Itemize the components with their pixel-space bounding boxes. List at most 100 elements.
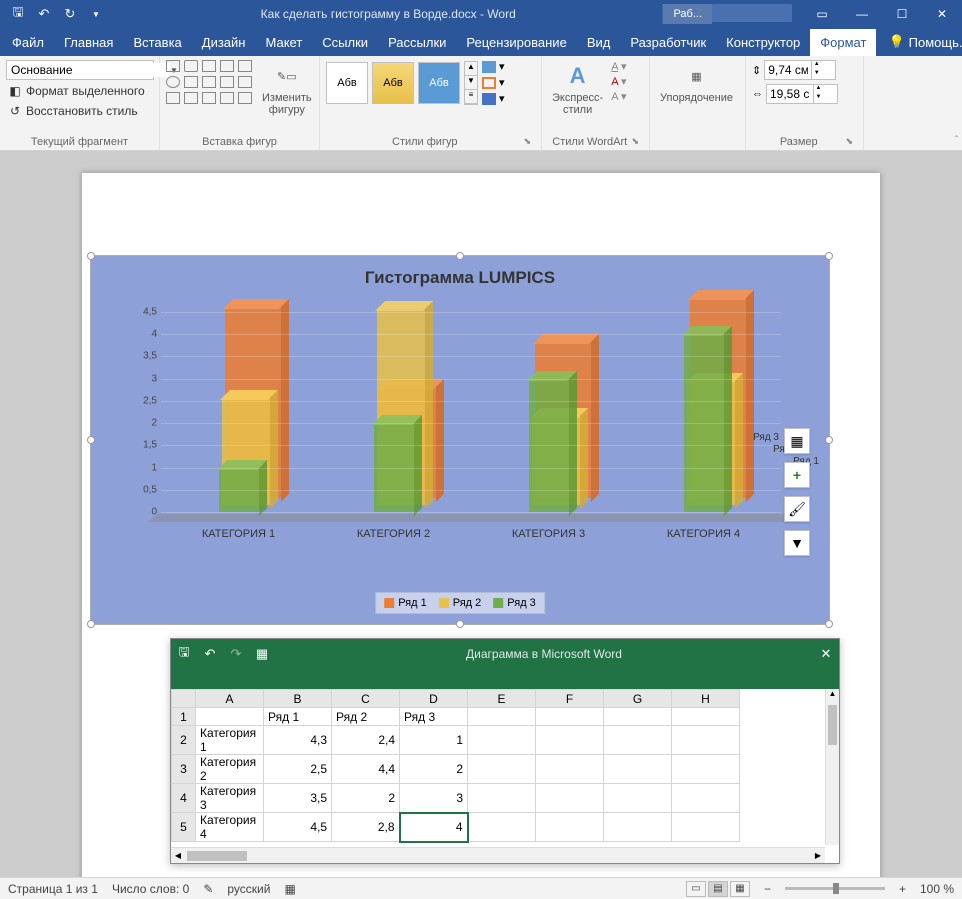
format-selection-button[interactable]: ◧ Формат выделенного	[6, 82, 153, 100]
cell[interactable]	[536, 813, 604, 842]
cell[interactable]	[604, 813, 672, 842]
macro-icon[interactable]: ▦	[284, 882, 295, 896]
cell[interactable]: Категория 4	[196, 813, 264, 842]
text-fill-button[interactable]: A ▾	[611, 60, 626, 73]
qat-customize[interactable]: ▼	[84, 2, 108, 26]
spin-up-icon[interactable]: ▲	[811, 61, 821, 70]
shape-outline-button[interactable]: ▾	[482, 76, 505, 89]
cell[interactable]: 4,5	[264, 813, 332, 842]
web-layout-button[interactable]: ▦	[730, 881, 750, 897]
cell[interactable]: Ряд 1	[264, 708, 332, 726]
page-indicator[interactable]: Страница 1 из 1	[8, 882, 98, 896]
tab-рассылки[interactable]: Рассылки	[378, 29, 456, 56]
text-effects-button[interactable]: A ▾	[611, 90, 626, 103]
change-shape-button[interactable]: ✎▭ Изменить фигуру	[258, 60, 316, 118]
legend-item[interactable]: Ряд 3	[493, 597, 536, 609]
tab-главная[interactable]: Главная	[54, 29, 123, 56]
row-header[interactable]: 5	[172, 813, 196, 842]
tell-me-button[interactable]: 💡Помощь...	[876, 34, 962, 50]
cell[interactable]	[672, 755, 740, 784]
shape-style-3[interactable]: Абв	[418, 62, 460, 104]
cell[interactable]: 2,8	[332, 813, 400, 842]
cell[interactable]	[672, 708, 740, 726]
legend-item[interactable]: Ряд 1	[384, 597, 427, 609]
language-indicator[interactable]: русский	[227, 882, 270, 896]
layout-options-button[interactable]: ▦	[784, 428, 810, 454]
cell[interactable]	[604, 755, 672, 784]
chart-object[interactable]: Гистограмма LUMPICS 00,511,522,533,544,5…	[90, 255, 830, 625]
cell[interactable]: 2,5	[264, 755, 332, 784]
cell[interactable]	[672, 813, 740, 842]
col-header[interactable]: D	[400, 690, 468, 708]
cell[interactable]: Категория 3	[196, 784, 264, 813]
tab-ссылки[interactable]: Ссылки	[312, 29, 378, 56]
shape-fill-button[interactable]: ▾	[482, 60, 505, 73]
cell[interactable]	[536, 726, 604, 755]
minimize-button[interactable]: —	[842, 0, 882, 28]
tab-формат[interactable]: Формат	[810, 29, 876, 56]
x-axis[interactable]: КАТЕГОРИЯ 1КАТЕГОРИЯ 2КАТЕГОРИЯ 3КАТЕГОР…	[161, 528, 781, 540]
shape-style-1[interactable]: Абв	[326, 62, 368, 104]
cell[interactable]: 4,4	[332, 755, 400, 784]
cell[interactable]	[536, 784, 604, 813]
close-button[interactable]: ✕	[922, 0, 962, 28]
plot-area[interactable]	[161, 312, 781, 512]
text-outline-button[interactable]: A ▾	[611, 75, 626, 88]
cell[interactable]	[468, 784, 536, 813]
shapes-gallery[interactable]	[166, 60, 254, 106]
chart-elements-button[interactable]: +	[784, 462, 810, 488]
wordart-express-styles-button[interactable]: A Экспресс- стили	[548, 60, 607, 118]
zoom-in-button[interactable]: +	[899, 882, 906, 896]
col-header[interactable]: A	[196, 690, 264, 708]
height-field[interactable]: ▲▼	[764, 60, 836, 80]
col-header[interactable]: C	[332, 690, 400, 708]
word-count[interactable]: Число слов: 0	[112, 882, 189, 896]
page[interactable]: Гистограмма LUMPICS 00,511,522,533,544,5…	[82, 173, 880, 877]
cell[interactable]	[196, 708, 264, 726]
col-header[interactable]: E	[468, 690, 536, 708]
cell[interactable]: 3	[400, 784, 468, 813]
cell[interactable]	[468, 755, 536, 784]
cell[interactable]	[604, 784, 672, 813]
excel-grid[interactable]: ABCDEFGH1Ряд 1Ряд 2Ряд 32Категория 14,32…	[171, 689, 740, 843]
account-area[interactable]	[712, 4, 792, 22]
spin-up-icon[interactable]: ▲	[813, 85, 823, 94]
cell[interactable]: 4	[400, 813, 468, 842]
cell[interactable]: 2	[400, 755, 468, 784]
cell[interactable]: 1	[400, 726, 468, 755]
chart-styles-button[interactable]: 🖌	[784, 496, 810, 522]
cell[interactable]: Категория 2	[196, 755, 264, 784]
excel-vscrollbar[interactable]: ▲	[825, 689, 839, 845]
proofing-icon[interactable]: ✎	[203, 882, 213, 896]
shape-style-gallery-scroll[interactable]: ▲▼≡	[464, 61, 478, 105]
dialog-launcher-icon[interactable]: ⬊	[845, 136, 857, 147]
excel-hscrollbar[interactable]: ◀ ▶	[171, 847, 825, 863]
cell[interactable]: 4,3	[264, 726, 332, 755]
shape-effects-button[interactable]: ▾	[482, 92, 505, 105]
ribbon-options-icon[interactable]: ▭	[802, 0, 842, 28]
col-header[interactable]: H	[672, 690, 740, 708]
width-field[interactable]: ▲▼	[766, 84, 838, 104]
cell[interactable]: Ряд 3	[400, 708, 468, 726]
col-header[interactable]: B	[264, 690, 332, 708]
row-header[interactable]: 2	[172, 726, 196, 755]
shape-style-2[interactable]: Абв	[372, 62, 414, 104]
spin-down-icon[interactable]: ▼	[813, 94, 823, 103]
row-header[interactable]: 1	[172, 708, 196, 726]
spin-down-icon[interactable]: ▼	[811, 70, 821, 79]
chart-title[interactable]: Гистограмма LUMPICS	[91, 256, 829, 294]
row-header[interactable]: 4	[172, 784, 196, 813]
cell[interactable]: 3,5	[264, 784, 332, 813]
tab-рецензирование[interactable]: Рецензирование	[456, 29, 576, 56]
cell[interactable]: Ряд 2	[332, 708, 400, 726]
tab-файл[interactable]: Файл	[2, 29, 54, 56]
cell[interactable]: 2	[332, 784, 400, 813]
print-layout-button[interactable]: ▤	[708, 881, 728, 897]
selection-dropdown[interactable]: ▼	[6, 60, 154, 80]
reset-style-button[interactable]: ↺ Восстановить стиль	[6, 102, 153, 120]
tab-разработчик[interactable]: Разработчик	[620, 29, 716, 56]
dialog-launcher-icon[interactable]: ⬊	[631, 136, 643, 147]
arrange-button[interactable]: ▦ Упорядочение	[656, 60, 737, 106]
y-axis[interactable]: 00,511,522,533,544,5	[121, 312, 157, 512]
col-header[interactable]: G	[604, 690, 672, 708]
